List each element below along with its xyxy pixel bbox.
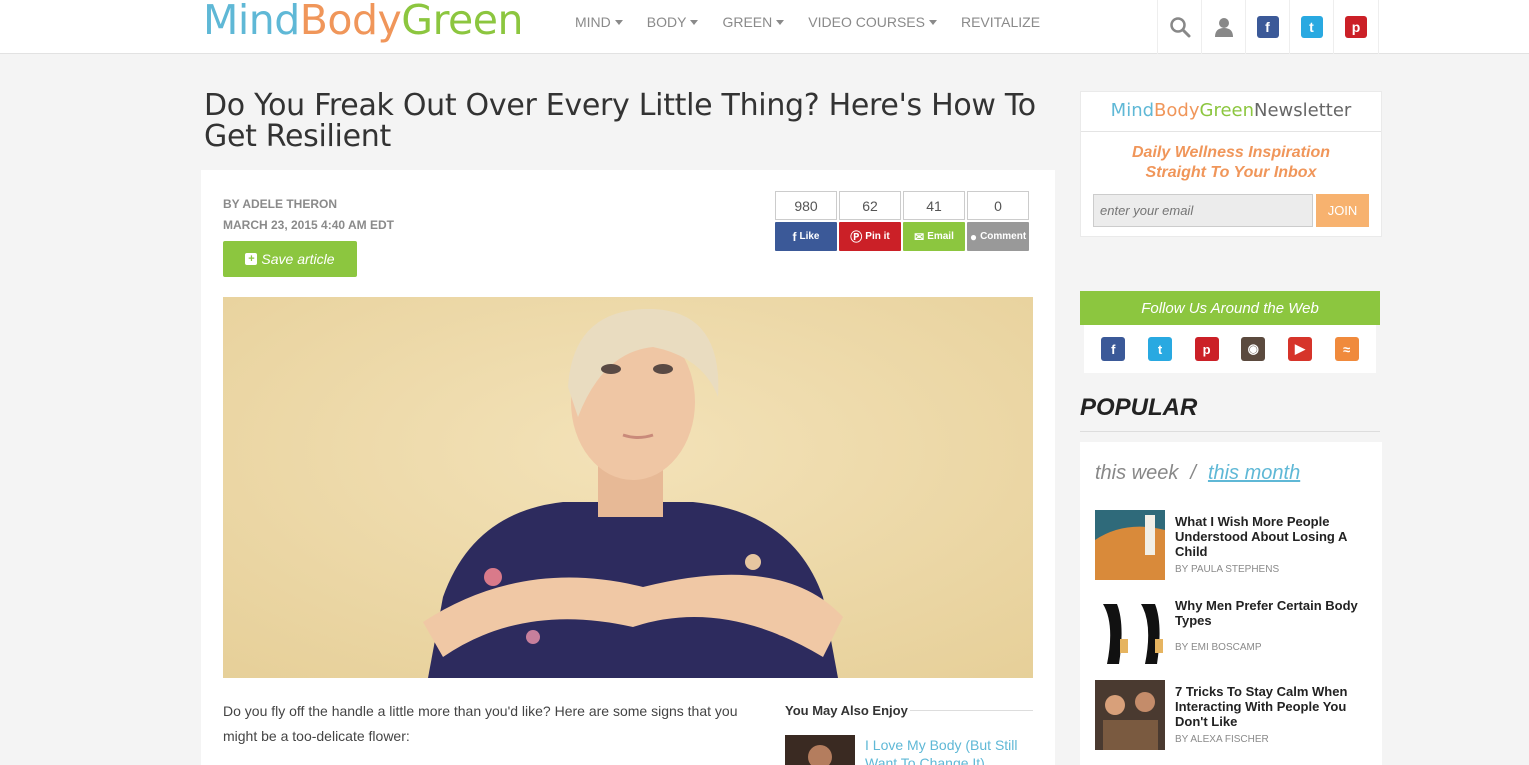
pin-count: 62 bbox=[839, 191, 901, 220]
twitter-link[interactable]: t bbox=[1289, 0, 1333, 54]
chevron-down-icon bbox=[928, 19, 937, 25]
popular-item[interactable]: What I Wish More People Understood About… bbox=[1095, 510, 1375, 580]
twitter-icon[interactable]: t bbox=[1147, 337, 1172, 361]
publish-date: MARCH 23, 2015 4:40 AM EDT bbox=[223, 218, 394, 232]
top-navbar: MindBodyGreen MIND BODY GREEN VIDEO COUR… bbox=[0, 0, 1529, 54]
follow-banner: Follow Us Around the Web bbox=[1080, 291, 1380, 325]
popular-heading: POPULAR bbox=[1080, 394, 1198, 421]
site-logo[interactable]: MindBodyGreen bbox=[203, 0, 523, 44]
instagram-icon[interactable]: ◉ bbox=[1241, 337, 1266, 361]
nav-green[interactable]: GREEN bbox=[722, 14, 785, 30]
email-button[interactable]: ✉ Email bbox=[903, 222, 965, 251]
nav-revitalize[interactable]: REVITALIZE bbox=[961, 14, 1040, 30]
comment-button[interactable]: ● Comment bbox=[967, 222, 1029, 251]
hero-image bbox=[223, 297, 1033, 678]
logo-body: Body bbox=[299, 0, 402, 44]
newsletter-tagline: Daily Wellness Inspiration Straight To Y… bbox=[1132, 144, 1330, 181]
facebook-icon: f bbox=[792, 229, 797, 244]
newsletter-box: MindBodyGreenNewsletter Daily Wellness I… bbox=[1080, 91, 1382, 237]
may-also-enjoy-label: You May Also Enjoy bbox=[785, 703, 908, 718]
newsletter-heading: MindBodyGreenNewsletter bbox=[1081, 92, 1381, 132]
like-button[interactable]: f Like bbox=[775, 222, 837, 251]
plus-icon: + bbox=[245, 253, 258, 265]
search-button[interactable] bbox=[1157, 0, 1201, 54]
pin-button[interactable]: Ⓟ Pin it bbox=[839, 222, 901, 251]
search-icon bbox=[1169, 17, 1190, 38]
header-icons: f t p bbox=[1157, 0, 1379, 54]
share-bar: 980 62 41 0 f Like Ⓟ Pin it ✉ Email ● Commen… bbox=[775, 191, 1029, 251]
related-article-link[interactable]: I Love My Body (But Still Want To Change… bbox=[865, 736, 1035, 765]
popular-thumbnail bbox=[1095, 594, 1165, 664]
twitter-icon: t bbox=[1300, 16, 1323, 38]
speech-bubble-icon: ● bbox=[969, 229, 978, 244]
facebook-link[interactable]: f bbox=[1245, 0, 1289, 54]
byline: BY ADELE THERON MARCH 23, 2015 4:40 AM E… bbox=[223, 194, 394, 236]
tab-this-month[interactable]: this month bbox=[1208, 462, 1300, 484]
nav-body[interactable]: BODY bbox=[647, 14, 699, 30]
related-article-thumbnail[interactable] bbox=[785, 735, 855, 765]
article-intro: Do you fly off the handle a little more … bbox=[223, 703, 738, 744]
pinterest-icon: Ⓟ bbox=[850, 230, 863, 244]
like-count: 980 bbox=[775, 191, 837, 220]
popular-item[interactable]: Why Men Prefer Certain Body Types BY EMI… bbox=[1095, 594, 1375, 664]
email-field[interactable] bbox=[1093, 194, 1313, 227]
chevron-down-icon bbox=[690, 19, 699, 25]
envelope-icon: ✉ bbox=[914, 229, 925, 244]
facebook-icon[interactable]: f bbox=[1101, 337, 1126, 361]
logo-green: Green bbox=[401, 0, 523, 44]
follow-icons: f t p ◉ ▶ ≈ bbox=[1084, 325, 1376, 373]
email-count: 41 bbox=[903, 191, 965, 220]
tab-this-week[interactable]: this week bbox=[1095, 462, 1178, 484]
popular-item[interactable]: 7 Tricks To Stay Calm When Interacting W… bbox=[1095, 680, 1375, 750]
youtube-icon[interactable]: ▶ bbox=[1287, 337, 1312, 361]
article-title: Do You Freak Out Over Every Little Thing… bbox=[204, 88, 1036, 154]
join-button[interactable]: JOIN bbox=[1316, 194, 1369, 227]
user-icon bbox=[1214, 18, 1233, 37]
rss-icon[interactable]: ≈ bbox=[1334, 337, 1359, 361]
chevron-down-icon bbox=[614, 19, 623, 25]
chevron-down-icon bbox=[776, 19, 785, 25]
account-button[interactable] bbox=[1201, 0, 1245, 54]
pinterest-link[interactable]: p bbox=[1333, 0, 1379, 54]
comment-count: 0 bbox=[967, 191, 1029, 220]
nav-mind[interactable]: MIND bbox=[575, 14, 623, 30]
logo-mind: Mind bbox=[203, 0, 300, 44]
pinterest-icon[interactable]: p bbox=[1194, 337, 1219, 361]
author[interactable]: BY ADELE THERON bbox=[223, 194, 394, 215]
pinterest-icon: p bbox=[1345, 16, 1367, 38]
nav-video-courses[interactable]: VIDEO COURSES bbox=[808, 14, 937, 30]
popular-thumbnail bbox=[1095, 680, 1165, 750]
divider bbox=[910, 710, 1033, 711]
popular-tabs: this week / this month bbox=[1095, 462, 1301, 484]
popular-thumbnail bbox=[1095, 510, 1165, 580]
save-article-button[interactable]: + Save article bbox=[223, 241, 357, 277]
facebook-icon: f bbox=[1256, 16, 1279, 38]
divider bbox=[1080, 431, 1380, 432]
main-nav: MIND BODY GREEN VIDEO COURSES REVITALIZE bbox=[575, 14, 1064, 30]
